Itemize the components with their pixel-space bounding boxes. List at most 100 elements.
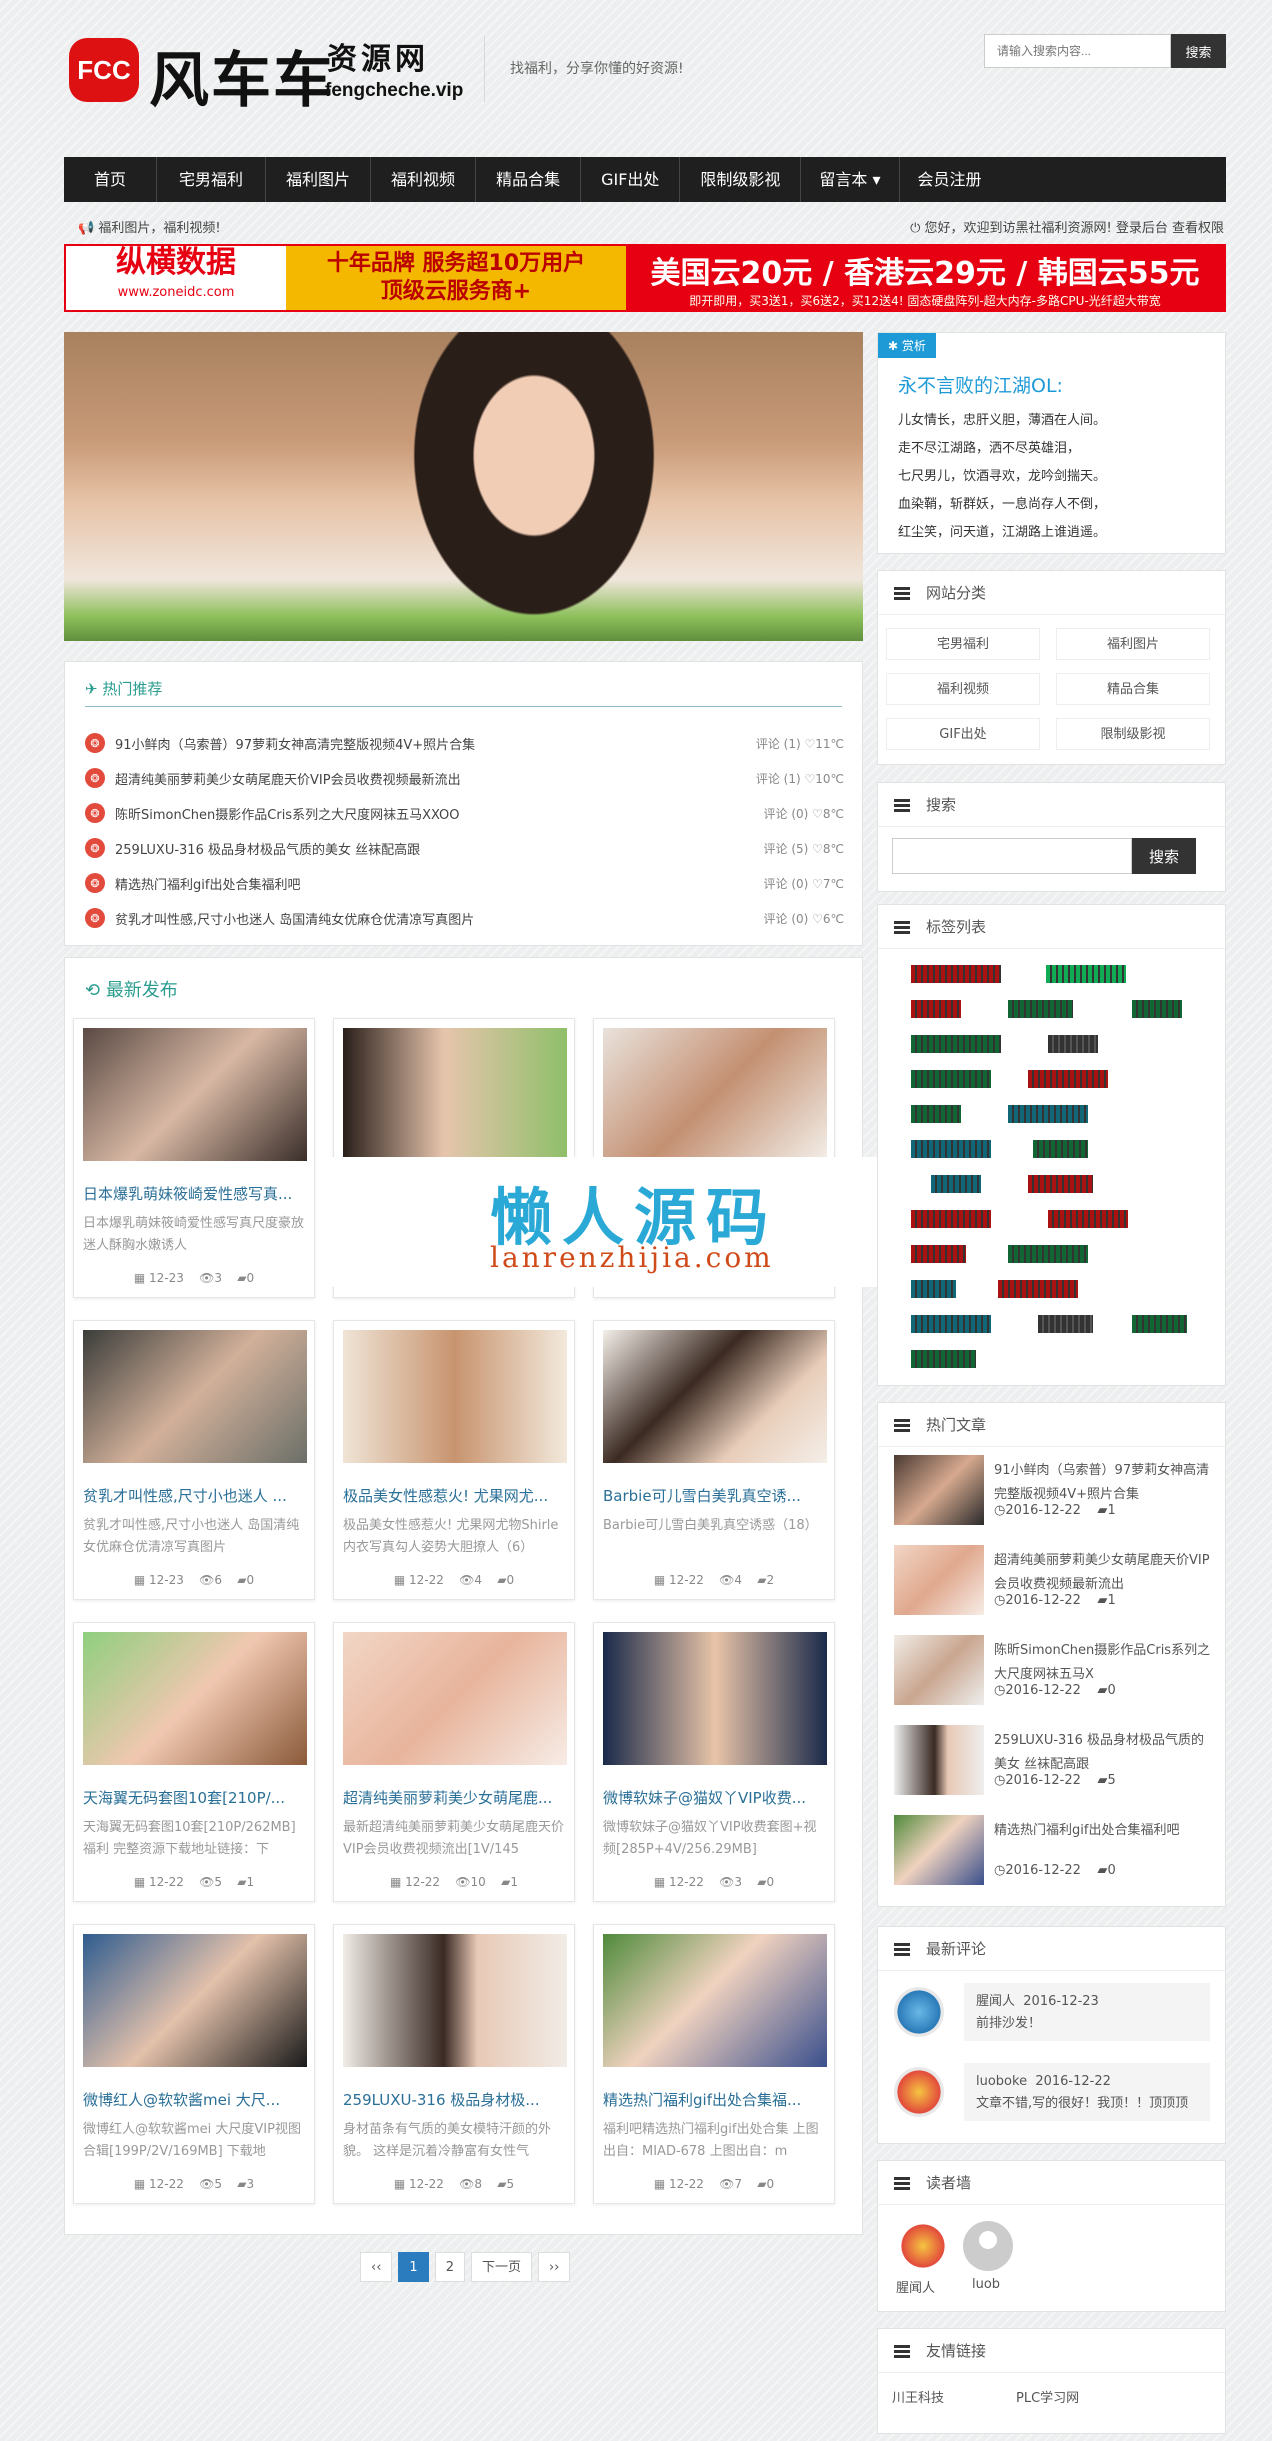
post-title[interactable]: 微博软妹子@猫奴丫VIP收费... (603, 1787, 827, 1808)
post-thumbnail[interactable] (343, 1632, 567, 1765)
top-search-button[interactable]: 搜索 (1171, 34, 1226, 68)
hot-item-title[interactable]: 陈昕SimonChen摄影作品Cris系列之大尺度网袜五马XXOO (115, 804, 754, 823)
nav-guestbook[interactable]: 留言本 ▾ (801, 157, 900, 202)
hot-item-title[interactable]: 91小鲜肉（乌索普）97萝莉女神高清完整版视频4V+照片合集 (115, 734, 746, 753)
pager-page-2[interactable]: 2 (434, 2252, 465, 2282)
category-otaku[interactable]: 宅男福利 (886, 628, 1040, 660)
comment-item[interactable]: luoboke 2016-12-22 文章不错,写的很好！我顶！！顶顶顶 (964, 2063, 1210, 2121)
tag-link[interactable] (911, 1140, 991, 1158)
post-card[interactable]: 259LUXU-316 极品身材极... 身材苗条有气质的美女模特汗颜的外貌。 这… (333, 1924, 575, 2204)
tag-link[interactable] (911, 1210, 991, 1228)
post-card[interactable]: 极品美女性感惹火! 尤果网尤... 极品美女性感惹火! 尤果网尤物Shirle内衣… (333, 1320, 575, 1600)
tag-link[interactable] (911, 1105, 961, 1123)
post-title[interactable]: 天海翼无码套图10套[210P/... (83, 1787, 307, 1808)
post-card[interactable]: 贫乳才叫性感,尺寸小也迷人 ... 贫乳才叫性感,尺寸小也迷人 岛国清纯女优麻仓优… (73, 1320, 315, 1600)
sidebar-search-button[interactable]: 搜索 (1132, 838, 1196, 874)
hot-article-title[interactable]: 259LUXU-316 极品身材极品气质的美女 丝袜配高跟 (994, 1729, 1214, 1777)
hot-item[interactable]: ❂ 贫乳才叫性感,尺寸小也迷人 岛国清纯女优麻仓优清凉写真图片 评论 (0) ♡6℃ (85, 903, 844, 933)
nav-collections[interactable]: 精品合集 (476, 157, 582, 202)
comment-author[interactable]: 腥闻人 (976, 1994, 1015, 2009)
hero-slider-image[interactable] (64, 332, 863, 641)
hot-item[interactable]: ❂ 精选热门福利gif出处合集福利吧 评论 (0) ♡7℃ (85, 868, 844, 898)
tag-link[interactable] (1046, 965, 1126, 983)
hot-item-title[interactable]: 精选热门福利gif出处合集福利吧 (115, 874, 754, 893)
friend-link[interactable]: 川王科技 (892, 2387, 944, 2406)
post-title[interactable]: 259LUXU-316 极品身材极... (343, 2089, 567, 2110)
tag-link[interactable] (1028, 1175, 1093, 1193)
hot-article-title[interactable]: 精选热门福利gif出处合集福利吧 (994, 1819, 1214, 1867)
post-thumbnail[interactable] (83, 1330, 307, 1463)
sidebar-search-input[interactable] (892, 838, 1132, 874)
post-card[interactable]: 精选热门福利gif出处合集福... 福利吧精选热门福利gif出处合集 上图出自：M… (593, 1924, 835, 2204)
post-thumbnail[interactable] (83, 1028, 307, 1161)
reader-name[interactable]: luob (972, 2277, 1000, 2292)
post-thumbnail[interactable] (343, 1028, 567, 1161)
hot-article[interactable]: 陈昕SimonChen摄影作品Cris系列之大尺度网袜五马X ◷2016-12-2… (894, 1635, 1214, 1715)
post-title[interactable]: 极品美女性感惹火! 尤果网尤... (343, 1485, 567, 1506)
pager-last[interactable]: ›› (537, 2252, 571, 2282)
hot-item[interactable]: ❂ 超清纯美丽萝莉美少女萌尾鹿天价VIP会员收费视频最新流出 评论 (1) ♡10℃ (85, 763, 844, 793)
tag-link[interactable] (1048, 1035, 1098, 1053)
hot-item-title[interactable]: 259LUXU-316 极品身材极品气质的美女 丝袜配高跟 (115, 839, 754, 858)
hot-article-thumb[interactable] (894, 1455, 984, 1525)
category-restricted[interactable]: 限制级影视 (1056, 718, 1210, 750)
tag-link[interactable] (911, 1070, 991, 1088)
ad-banner[interactable]: 纵横数据 www.zoneidc.com 十年品牌 服务超10万用户 顶级云服务商+… (64, 244, 1226, 312)
hot-item[interactable]: ❂ 陈昕SimonChen摄影作品Cris系列之大尺度网袜五马XXOO 评论 (0)… (85, 798, 844, 828)
nav-gif[interactable]: GIF出处 (581, 157, 681, 202)
post-card[interactable]: 微博软妹子@猫奴丫VIP收费... 微博软妹子@猫奴丫VIP收费套图+视频[285… (593, 1622, 835, 1902)
tag-link[interactable] (1132, 1315, 1187, 1333)
nav-videos[interactable]: 福利视频 (371, 157, 477, 202)
nav-register[interactable]: 会员注册 (900, 157, 1000, 202)
category-videos[interactable]: 福利视频 (886, 673, 1040, 705)
reader-name[interactable]: 腥闻人 (896, 2277, 935, 2296)
notice-right-text[interactable]: 您好，欢迎到访黑社福利资源网! 登录后台 查看权限 (925, 221, 1224, 236)
hot-item[interactable]: ❂ 91小鲜肉（乌索普）97萝莉女神高清完整版视频4V+照片合集 评论 (1) ♡1… (85, 728, 844, 758)
post-card[interactable]: Barbie可儿雪白美乳真空诱... Barbie可儿雪白美乳真空诱惑（18） ▦ … (593, 1320, 835, 1600)
post-card[interactable]: 超清纯美丽萝莉美少女萌尾鹿... 最新超清纯美丽萝莉美少女萌尾鹿天价VIP会员收费… (333, 1622, 575, 1902)
post-card[interactable]: 微博红人@软软酱mei 大尺... 微博红人@软软酱mei 大尺度VIP视图合辑[… (73, 1924, 315, 2204)
top-search-input[interactable] (984, 34, 1171, 68)
post-card[interactable]: 日本爆乳萌妹筱崎爱性感写真... 日本爆乳萌妹筱崎爱性感写真尺度豪放 迷人酥胸水嫩… (73, 1018, 315, 1298)
tag-link[interactable] (911, 1035, 1001, 1053)
tag-link[interactable] (931, 1175, 981, 1193)
tag-link[interactable] (911, 1280, 956, 1298)
hot-article[interactable]: 精选热门福利gif出处合集福利吧 ◷2016-12-22 ▰0 (894, 1815, 1214, 1895)
nav-pictures[interactable]: 福利图片 (266, 157, 372, 202)
tag-link[interactable] (1028, 1070, 1108, 1088)
post-thumbnail[interactable] (603, 1632, 827, 1765)
hot-item-title[interactable]: 贫乳才叫性感,尺寸小也迷人 岛国清纯女优麻仓优清凉写真图片 (115, 909, 754, 928)
tag-link[interactable] (1132, 1000, 1182, 1018)
post-thumbnail[interactable] (343, 1330, 567, 1463)
tag-link[interactable] (911, 1350, 976, 1368)
tag-link[interactable] (1033, 1140, 1088, 1158)
post-title[interactable]: 超清纯美丽萝莉美少女萌尾鹿... (343, 1787, 567, 1808)
post-thumbnail[interactable] (83, 1934, 307, 2067)
pager-first[interactable]: ‹‹ (360, 2252, 393, 2282)
hot-article-title[interactable]: 超清纯美丽萝莉美少女萌尾鹿天价VIP会员收费视频最新流出 (994, 1549, 1214, 1597)
hot-item-title[interactable]: 超清纯美丽萝莉美少女萌尾鹿天价VIP会员收费视频最新流出 (115, 769, 746, 788)
nav-otaku[interactable]: 宅男福利 (157, 157, 267, 202)
post-thumbnail[interactable] (603, 1028, 827, 1161)
post-thumbnail[interactable] (603, 1934, 827, 2067)
hot-article-title[interactable]: 陈昕SimonChen摄影作品Cris系列之大尺度网袜五马X (994, 1639, 1214, 1687)
tag-link[interactable] (1008, 1245, 1088, 1263)
logo-title[interactable]: 风车车 (149, 32, 335, 119)
post-title[interactable]: Barbie可儿雪白美乳真空诱... (603, 1485, 827, 1506)
hot-article[interactable]: 超清纯美丽萝莉美少女萌尾鹿天价VIP会员收费视频最新流出 ◷2016-12-22 … (894, 1545, 1214, 1625)
reader-avatar[interactable] (898, 2221, 948, 2271)
tag-link[interactable] (911, 1315, 991, 1333)
tag-link[interactable] (998, 1280, 1078, 1298)
category-gif[interactable]: GIF出处 (886, 718, 1040, 750)
post-thumbnail[interactable] (83, 1632, 307, 1765)
tag-link[interactable] (911, 1000, 961, 1018)
hot-article-thumb[interactable] (894, 1725, 984, 1795)
reader-avatar[interactable] (963, 2221, 1013, 2271)
tag-link[interactable] (1008, 1105, 1088, 1123)
pager-next[interactable]: 下一页 (470, 2252, 532, 2282)
hot-article-thumb[interactable] (894, 1545, 984, 1615)
tag-link[interactable] (1038, 1315, 1093, 1333)
post-title[interactable]: 日本爆乳萌妹筱崎爱性感写真... (83, 1183, 307, 1204)
tag-link[interactable] (1048, 1210, 1128, 1228)
post-thumbnail[interactable] (343, 1934, 567, 2067)
